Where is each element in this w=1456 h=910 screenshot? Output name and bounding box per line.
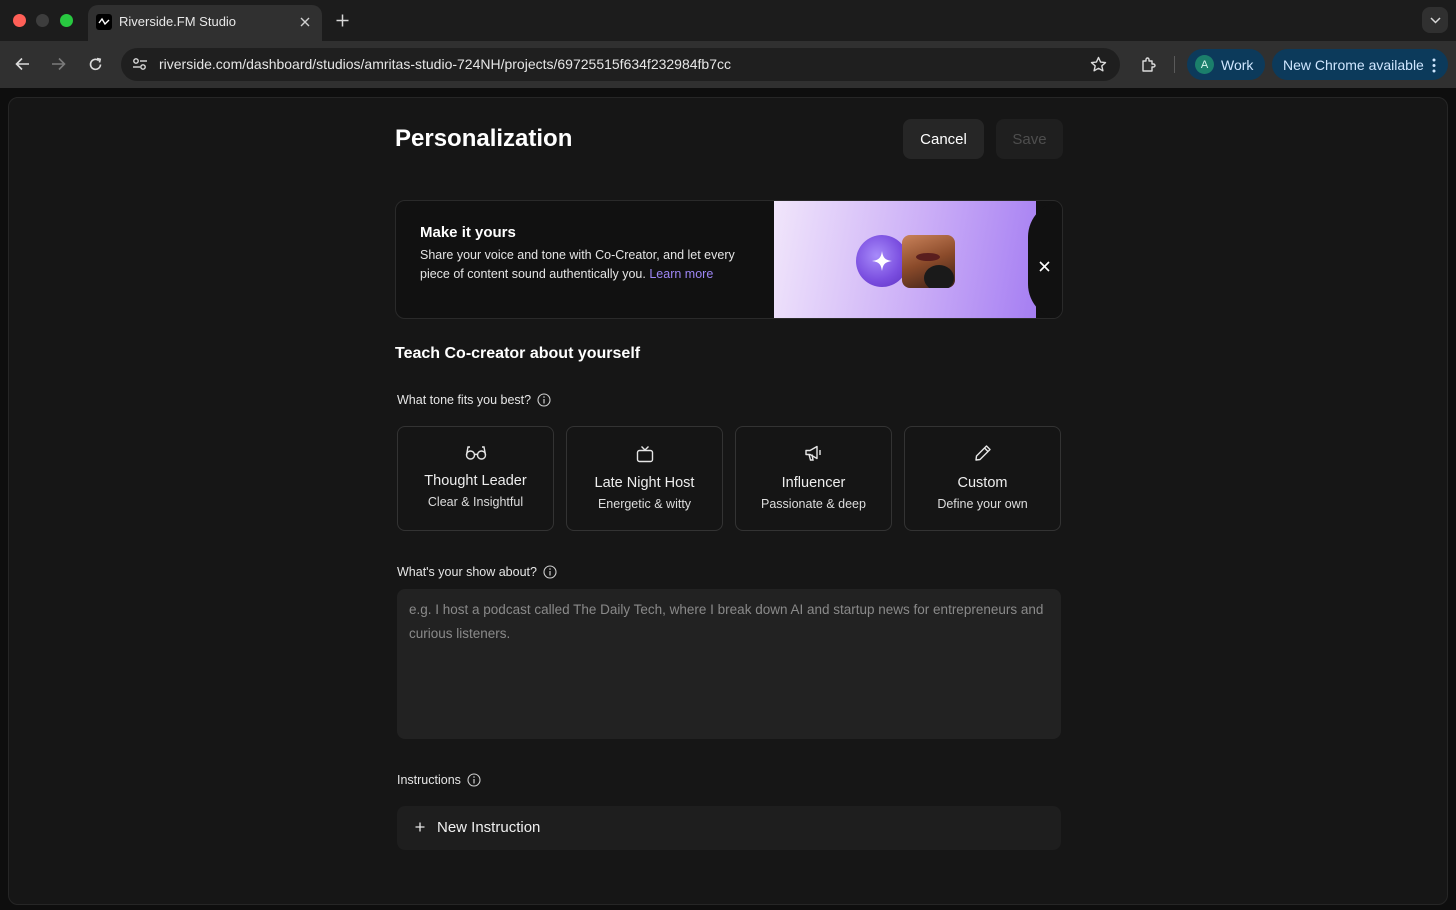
banner-title: Make it yours: [420, 224, 516, 241]
tone-option-influencer[interactable]: Influencer Passionate & deep: [735, 426, 892, 531]
new-instruction-label: New Instruction: [437, 819, 541, 836]
tone-option-late-night-host[interactable]: Late Night Host Energetic & witty: [566, 426, 723, 531]
info-icon[interactable]: [467, 773, 481, 787]
tone-name: Thought Leader: [424, 473, 527, 489]
tab-title: Riverside.FM Studio: [119, 14, 237, 29]
tab-search-chevron-icon[interactable]: [1422, 7, 1448, 33]
personalization-form: Personalization Cancel Save Make it your…: [395, 98, 1063, 904]
maximize-window-button[interactable]: [60, 14, 73, 27]
profile-name: Work: [1221, 57, 1254, 73]
reload-icon[interactable]: [84, 53, 106, 75]
new-tab-icon[interactable]: [332, 10, 352, 30]
plus-icon: [413, 820, 427, 834]
glasses-icon: [398, 443, 553, 463]
avatar: A: [1195, 55, 1214, 74]
forward-arrow-icon[interactable]: [47, 53, 69, 75]
browser-tab[interactable]: Riverside.FM Studio: [88, 5, 322, 41]
tone-option-thought-leader[interactable]: Thought Leader Clear & Insightful: [397, 426, 554, 531]
close-window-button[interactable]: [13, 14, 26, 27]
save-button[interactable]: Save: [996, 119, 1063, 159]
site-settings-icon[interactable]: [129, 53, 151, 75]
banner-illustration: [774, 201, 1036, 318]
url-text[interactable]: riverside.com/dashboard/studios/amritas-…: [159, 56, 731, 72]
close-icon[interactable]: [1036, 258, 1052, 274]
browser-toolbar: riverside.com/dashboard/studios/amritas-…: [0, 41, 1456, 88]
instructions-label-row: Instructions: [397, 773, 481, 787]
host-photo: [902, 235, 955, 288]
learn-more-link[interactable]: Learn more: [649, 267, 713, 281]
page-title: Personalization: [395, 125, 573, 152]
extensions-puzzle-icon[interactable]: [1137, 53, 1159, 75]
make-it-yours-banner: Make it yours Share your voice and tone …: [395, 200, 1063, 319]
cancel-button[interactable]: Cancel: [903, 119, 984, 159]
section-title: Teach Co-creator about yourself: [395, 345, 641, 362]
banner-close-area: [1028, 201, 1062, 318]
toolbar-divider: [1174, 56, 1175, 73]
tone-desc: Define your own: [937, 497, 1028, 511]
tv-icon: [567, 444, 722, 464]
pencil-icon: [905, 443, 1060, 463]
tone-name: Custom: [957, 475, 1008, 491]
riverside-favicon-icon: [96, 14, 112, 30]
page-container: Personalization Cancel Save Make it your…: [8, 97, 1448, 905]
address-bar[interactable]: riverside.com/dashboard/studios/amritas-…: [121, 48, 1120, 81]
chrome-update-button[interactable]: New Chrome available: [1272, 49, 1448, 80]
browser-tab-strip: Riverside.FM Studio: [0, 0, 1456, 41]
tone-desc: Clear & Insightful: [427, 495, 524, 509]
banner-text: Share your voice and tone with Co-Creato…: [420, 246, 760, 283]
info-icon[interactable]: [543, 565, 557, 579]
megaphone-icon: [736, 443, 891, 463]
minimize-window-button[interactable]: [36, 14, 49, 27]
close-tab-icon[interactable]: [296, 13, 314, 31]
tone-desc: Passionate & deep: [761, 497, 866, 511]
new-instruction-button[interactable]: New Instruction: [397, 806, 1061, 850]
instructions-label: Instructions: [397, 773, 461, 787]
tone-desc: Energetic & witty: [597, 497, 692, 511]
back-arrow-icon[interactable]: [11, 53, 33, 75]
update-label: New Chrome available: [1283, 57, 1424, 73]
show-label: What's your show about?: [397, 565, 537, 579]
bookmark-star-icon[interactable]: [1088, 54, 1108, 74]
profile-button[interactable]: A Work: [1187, 49, 1265, 80]
tone-name: Late Night Host: [594, 475, 695, 491]
info-icon[interactable]: [537, 393, 551, 407]
tone-label-row: What tone fits you best?: [397, 393, 551, 407]
tone-option-custom[interactable]: Custom Define your own: [904, 426, 1061, 531]
show-label-row: What's your show about?: [397, 565, 557, 579]
tone-label: What tone fits you best?: [397, 393, 532, 407]
kebab-menu-icon[interactable]: [1428, 55, 1440, 75]
show-description-input[interactable]: [397, 589, 1061, 739]
tone-name: Influencer: [781, 475, 846, 491]
sparkle-icon: [856, 235, 908, 287]
